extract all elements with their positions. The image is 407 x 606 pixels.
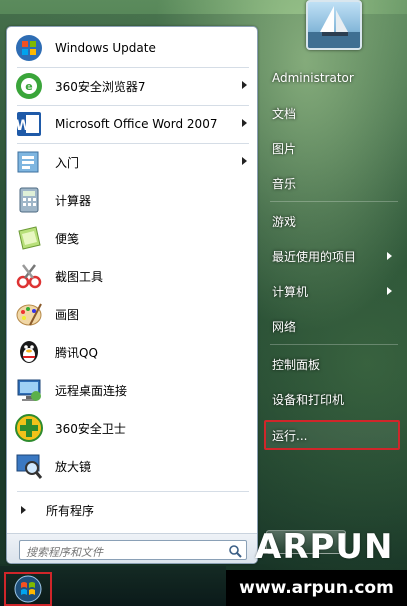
- submenu-arrow-icon[interactable]: [387, 252, 392, 260]
- program-list: Windows Update e 360安全浏览器7 W Microsoft O…: [7, 29, 257, 485]
- magnifier-icon: [13, 450, 45, 482]
- snipping-tool-icon: [13, 260, 45, 292]
- word-icon: W: [13, 108, 45, 140]
- program-item-windows-update[interactable]: Windows Update: [7, 29, 257, 67]
- program-label: 便笺: [55, 231, 80, 246]
- places-item-label: 最近使用的项目: [272, 249, 357, 264]
- windows-update-icon: [13, 32, 45, 64]
- program-label: 远程桌面连接: [55, 383, 128, 398]
- places-item-pictures[interactable]: 图片: [266, 136, 402, 160]
- separator: [17, 105, 249, 106]
- program-label: Microsoft Office Word 2007: [55, 117, 218, 131]
- places-item-label: 设备和打印机: [272, 392, 345, 407]
- program-label: 腾讯QQ: [55, 345, 98, 360]
- places-item-label: 计算机: [272, 284, 309, 299]
- search-icon[interactable]: [228, 543, 242, 558]
- all-programs-label: 所有程序: [46, 503, 95, 518]
- program-item-paint[interactable]: 画图: [7, 295, 257, 333]
- separator: [270, 201, 398, 202]
- calculator-icon: [13, 184, 45, 216]
- svg-text:e: e: [25, 80, 32, 93]
- program-item-qq[interactable]: 腾讯QQ: [7, 333, 257, 371]
- windows-orb-icon: [14, 575, 42, 603]
- submenu-arrow-icon[interactable]: [387, 287, 392, 295]
- search-area: [7, 533, 257, 563]
- program-label: 计算器: [55, 193, 92, 208]
- places-item-music[interactable]: 音乐: [266, 171, 402, 195]
- places-item-label: Administrator: [272, 71, 354, 85]
- submenu-arrow-icon[interactable]: [242, 157, 247, 165]
- program-item-360-browser[interactable]: e 360安全浏览器7: [7, 67, 257, 105]
- program-item-snipping-tool[interactable]: 截图工具: [7, 257, 257, 295]
- program-label: 入门: [55, 155, 80, 170]
- places-item-computer[interactable]: 计算机: [266, 279, 402, 303]
- places-item-label: 网络: [272, 319, 297, 334]
- program-item-360-safe[interactable]: 360安全卫士: [7, 409, 257, 447]
- svg-text:W: W: [15, 118, 30, 134]
- places-item-label: 运行...: [272, 428, 308, 443]
- watermark-url-bar: www.arpun.com: [226, 570, 407, 606]
- program-label: 放大镜: [55, 459, 92, 474]
- program-item-remote-desktop[interactable]: 远程桌面连接: [7, 371, 257, 409]
- submenu-arrow-icon[interactable]: [242, 119, 247, 127]
- places-item-control-panel[interactable]: 控制面板: [266, 352, 402, 376]
- places-item-network[interactable]: 网络: [266, 314, 402, 338]
- 360-browser-icon: e: [13, 70, 45, 102]
- program-item-magnifier[interactable]: 放大镜: [7, 447, 257, 485]
- places-item-label: 控制面板: [272, 357, 321, 372]
- program-item-getting-started[interactable]: 入门: [7, 143, 257, 181]
- separator: [17, 143, 249, 144]
- places-item-label: 游戏: [272, 214, 297, 229]
- places-item-label: 文档: [272, 106, 297, 121]
- watermark-url: www.arpun.com: [239, 578, 394, 598]
- separator: [270, 344, 398, 345]
- program-item-word-2007[interactable]: W Microsoft Office Word 2007: [7, 105, 257, 143]
- search-box: [19, 540, 247, 562]
- sticky-notes-icon: [13, 222, 45, 254]
- places-item-recent-items[interactable]: 最近使用的项目: [266, 244, 402, 268]
- program-label: Windows Update: [55, 41, 156, 55]
- watermark-logo-text: ARPUN: [255, 527, 394, 567]
- search-input[interactable]: [20, 543, 220, 562]
- places-item-games[interactable]: 游戏: [266, 209, 402, 233]
- program-label: 360安全浏览器7: [55, 79, 146, 94]
- paint-icon: [13, 298, 45, 330]
- programs-pane: Windows Update e 360安全浏览器7 W Microsoft O…: [6, 26, 258, 564]
- submenu-arrow-icon[interactable]: [242, 81, 247, 89]
- places-item-administrator[interactable]: Administrator: [266, 66, 402, 90]
- qq-icon: [13, 336, 45, 368]
- getting-started-icon: [13, 146, 45, 178]
- separator: [17, 67, 249, 68]
- sailboat-icon: [308, 6, 360, 48]
- program-item-sticky-notes[interactable]: 便笺: [7, 219, 257, 257]
- places-item-documents[interactable]: 文档: [266, 101, 402, 125]
- start-button[interactable]: [4, 572, 52, 606]
- program-label: 画图: [55, 307, 80, 322]
- places-item-label: 音乐: [272, 176, 297, 191]
- program-label: 360安全卫士: [55, 421, 126, 436]
- all-programs-button[interactable]: 所有程序: [7, 495, 257, 525]
- places-item-devices-printers[interactable]: 设备和打印机: [266, 387, 402, 411]
- program-label: 截图工具: [55, 269, 104, 284]
- 360-safe-icon: [13, 412, 45, 444]
- user-picture[interactable]: [306, 0, 362, 50]
- remote-desktop-icon: [13, 374, 45, 406]
- triangle-right-icon: [21, 506, 26, 514]
- places-item-label: 图片: [272, 141, 297, 156]
- program-item-calculator[interactable]: 计算器: [7, 181, 257, 219]
- places-item-run[interactable]: 运行...: [266, 423, 402, 447]
- separator: [17, 491, 249, 492]
